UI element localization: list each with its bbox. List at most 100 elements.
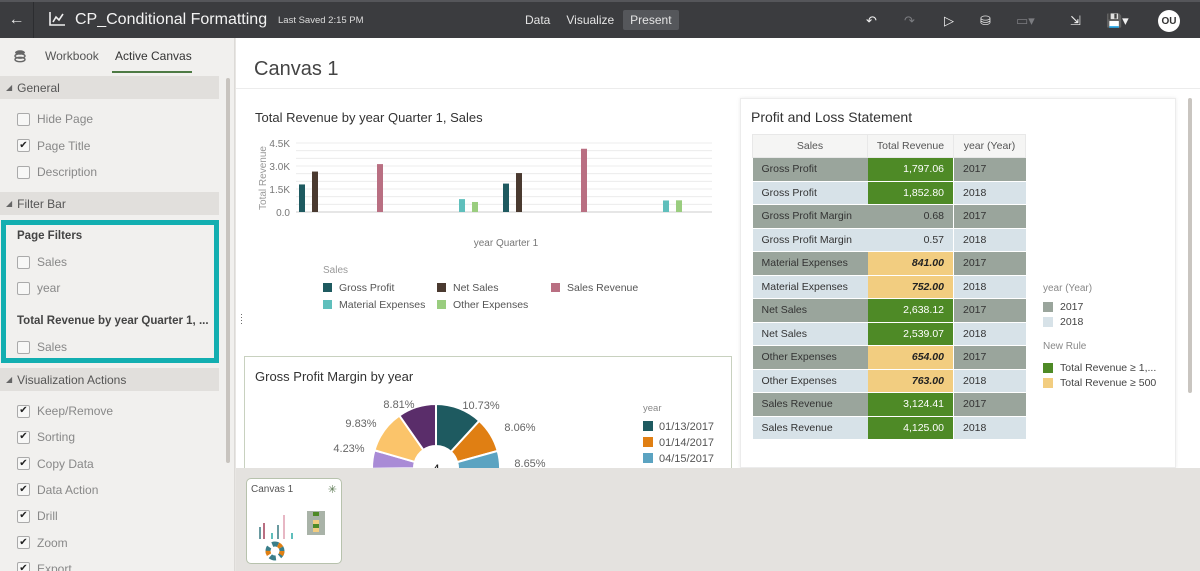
- legend-swatch: [323, 283, 332, 292]
- top-bar: ← CP_Conditional Formatting Last Saved 2…: [0, 0, 1200, 38]
- legend-swatch: [437, 283, 446, 292]
- section-visualization-actions[interactable]: ◢ Visualization Actions: [0, 368, 219, 391]
- comment-icon[interactable]: ▭▾: [1016, 10, 1035, 32]
- save-icon[interactable]: 💾▾: [1106, 10, 1129, 32]
- page-filters-heading: Page Filters: [17, 230, 83, 242]
- cell-total-revenue: 1,797.06: [867, 157, 954, 182]
- table-row[interactable]: Net Sales 2,638.12 2017: [752, 298, 1026, 323]
- tab-active-canvas[interactable]: Active Canvas: [115, 49, 192, 63]
- x-axis-label: year Quarter 1: [474, 238, 539, 249]
- checkbox-zoom[interactable]: ✔ Zoom: [17, 534, 68, 552]
- checkbox-hide-page[interactable]: Hide Page: [17, 110, 93, 128]
- section-title: Filter Bar: [17, 196, 66, 211]
- cell-year: 2018: [953, 228, 1026, 252]
- table-row[interactable]: Gross Profit Margin 0.57 2018: [752, 228, 1026, 252]
- legend-item: Sales Revenue: [551, 282, 638, 294]
- checkbox-unchecked-icon[interactable]: [17, 255, 30, 269]
- workbook-chart-icon: [49, 12, 65, 26]
- redo-icon[interactable]: ↷: [904, 10, 915, 32]
- checkbox-copy-data[interactable]: ✔ Copy Data: [17, 455, 94, 473]
- legend-label: Material Expenses: [339, 299, 425, 311]
- cell-sales: Net Sales: [752, 298, 868, 323]
- legend-item: Total Revenue ≥ 1,...: [1043, 360, 1156, 375]
- cell-sales: Other Expenses: [752, 345, 868, 370]
- cell-total-revenue: 2,539.07: [867, 322, 954, 346]
- play-icon[interactable]: ▷: [944, 10, 954, 32]
- cell-total-revenue: 0.68: [867, 204, 954, 229]
- undo-icon[interactable]: ↶: [866, 10, 877, 32]
- table-row[interactable]: Sales Revenue 3,124.41 2017: [752, 392, 1026, 417]
- checkbox-unchecked-icon[interactable]: [17, 281, 30, 295]
- checkbox-unchecked-icon[interactable]: [17, 165, 30, 179]
- column-header[interactable]: Total Revenue: [867, 134, 954, 158]
- donut-chart-visualization[interactable]: 10.73%8.06%8.65%4.97%4.23%9.83%8.81%4yea…: [244, 356, 732, 468]
- table-row[interactable]: Sales Revenue 4,125.00 2018: [752, 416, 1026, 440]
- checkbox-data-action[interactable]: ✔ Data Action: [17, 481, 98, 499]
- y-tick-label: 0.0: [276, 208, 290, 219]
- checkbox-checked-icon[interactable]: ✔: [17, 509, 30, 523]
- column-header[interactable]: year (Year): [953, 134, 1026, 158]
- checkbox-drill[interactable]: ✔ Drill: [17, 507, 58, 525]
- mode-visualize[interactable]: Visualize: [559, 10, 621, 30]
- table-row[interactable]: Gross Profit 1,852.80 2018: [752, 181, 1026, 205]
- checkbox-checked-icon[interactable]: ✔: [17, 562, 30, 571]
- column-header[interactable]: Sales: [752, 134, 868, 158]
- cell-sales: Gross Profit: [752, 157, 868, 182]
- section-title: General: [17, 80, 60, 95]
- legend-title: year (Year): [1043, 283, 1093, 294]
- checkbox-checked-icon[interactable]: ✔: [17, 483, 30, 497]
- checkbox-sales[interactable]: Sales: [17, 253, 67, 271]
- legend-label: 2017: [1060, 300, 1084, 313]
- table-row[interactable]: Gross Profit Margin 0.68 2017: [752, 204, 1026, 229]
- table-row[interactable]: Material Expenses 841.00 2017: [752, 251, 1026, 276]
- checkbox-checked-icon[interactable]: ✔: [17, 457, 30, 471]
- table-row[interactable]: Other Expenses 654.00 2017: [752, 345, 1026, 370]
- layers-icon[interactable]: [13, 49, 27, 63]
- canvas-thumbnail[interactable]: Canvas 1 ✳: [246, 478, 342, 564]
- resize-handle[interactable]: · · · ·: [240, 310, 243, 328]
- checkbox-label: Copy Data: [37, 456, 94, 471]
- checkbox-page-title[interactable]: ✔ Page Title: [17, 137, 90, 155]
- checkbox-unchecked-icon[interactable]: [17, 340, 30, 354]
- table-row[interactable]: Material Expenses 752.00 2018: [752, 275, 1026, 299]
- checkbox-checked-icon[interactable]: ✔: [17, 536, 30, 549]
- thumb-table: [307, 511, 325, 535]
- table-row[interactable]: Other Expenses 763.00 2018: [752, 369, 1026, 393]
- mode-data[interactable]: Data: [518, 10, 557, 30]
- profit-loss-table-visualization[interactable]: Profit and Loss Statement Sales Total Rev…: [740, 98, 1176, 468]
- bar-chart-visualization[interactable]: 0.0 1.5K 3.0K 4.5K Total Revenue year Quarter…: [248, 103, 728, 323]
- tab-workbook[interactable]: Workbook: [45, 49, 99, 63]
- bar-sales-revenue-2018-q1: [581, 148, 587, 212]
- table-row[interactable]: Net Sales 2,539.07 2018: [752, 322, 1026, 346]
- data-refresh-icon[interactable]: ⛁: [980, 10, 991, 32]
- cell-sales: Gross Profit Margin: [752, 204, 868, 229]
- export-icon[interactable]: ⇲: [1070, 10, 1081, 32]
- checkbox-export[interactable]: ✔ Export: [17, 560, 72, 571]
- checkbox-description[interactable]: Description: [17, 163, 97, 181]
- table-row[interactable]: Gross Profit 1,797.06 2017: [752, 157, 1026, 182]
- canvas-scrollbar[interactable]: [1188, 98, 1192, 393]
- legend-item: 01/13/2017: [643, 421, 714, 433]
- divider: [236, 88, 1200, 89]
- checkbox-checked-icon[interactable]: ✔: [17, 430, 30, 444]
- checkbox-unchecked-icon[interactable]: [17, 112, 30, 126]
- cell-year: 2018: [953, 416, 1026, 440]
- back-button[interactable]: ←: [0, 2, 34, 38]
- checkbox-label: Description: [37, 165, 98, 179]
- slice-label: 8.06%: [504, 422, 535, 434]
- panel-scrollbar[interactable]: [226, 78, 230, 463]
- checkbox-sales[interactable]: Sales: [17, 338, 67, 356]
- table-legend: year (Year) 2017 2018 New Rule Total Revenue…: [1043, 283, 1156, 390]
- checkbox-checked-icon[interactable]: ✔: [17, 139, 30, 152]
- bar-material-expenses-2018-q1: [663, 200, 669, 212]
- cell-total-revenue: 752.00: [867, 275, 954, 299]
- checkbox-checked-icon[interactable]: ✔: [17, 404, 30, 418]
- cell-total-revenue: 3,124.41: [867, 392, 954, 417]
- user-avatar[interactable]: OU: [1158, 10, 1180, 32]
- section-general[interactable]: ◢ General: [0, 76, 219, 99]
- section-filter-bar[interactable]: ◢ Filter Bar: [0, 192, 219, 215]
- checkbox-sorting[interactable]: ✔ Sorting: [17, 428, 75, 446]
- mode-present[interactable]: Present: [623, 10, 679, 30]
- checkbox-keep-remove[interactable]: ✔ Keep/Remove: [17, 402, 113, 420]
- checkbox-year[interactable]: year: [17, 279, 60, 297]
